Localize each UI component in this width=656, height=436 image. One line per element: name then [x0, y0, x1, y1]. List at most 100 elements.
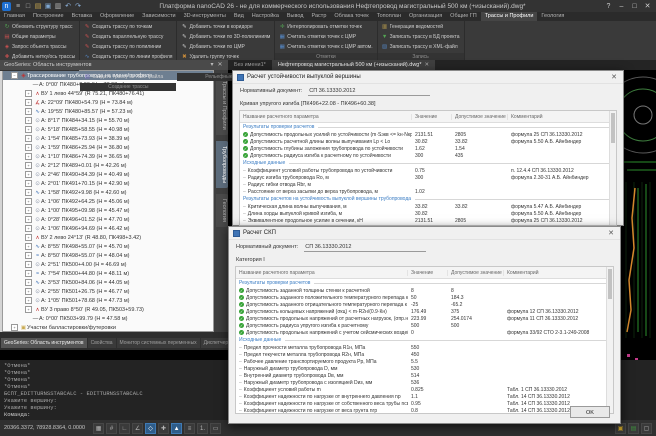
layers-icon[interactable]: ▤ [628, 423, 639, 434]
scrollbar[interactable] [606, 267, 613, 413]
print-icon[interactable]: ▥ [53, 1, 63, 12]
tree-item[interactable]: +⊙A: 2°01' ПК491+70.15 (H = 42.90 м) [3, 179, 213, 188]
polar-icon[interactable]: ∠ [132, 423, 143, 434]
table-row[interactable]: –Коэффициент надежности по нагрузке от в… [236, 393, 613, 400]
ribbon-tab[interactable]: Зависимости [138, 12, 179, 21]
ribbon-tab[interactable]: Организация [405, 12, 446, 21]
table-row[interactable]: –Коэффициент условий работы трубопровода… [240, 167, 616, 174]
tree-item[interactable]: +∧ВУ 2 лево 24°13' (R 48.80, ПК498+3.42) [3, 233, 213, 242]
table-row[interactable]: –Длина хорды выпуклой кривой изгиба, м30… [240, 210, 616, 217]
expand-icon[interactable]: + [25, 252, 32, 259]
expand-icon[interactable]: + [25, 306, 32, 313]
scrollbar[interactable] [609, 111, 616, 225]
tree-item[interactable]: +⊙A: 5°18' ПК485+58.55 (H = 40.98 м) [3, 125, 213, 134]
app-logo-icon[interactable]: n [2, 2, 11, 11]
dialog-titlebar[interactable]: Расчет устойчивости выпуклой вершины ✕ [233, 71, 623, 84]
table-row[interactable]: –Предел текучести металла трубопровода R… [236, 351, 613, 358]
dialog-titlebar[interactable]: Расчет СКП ✕ [229, 227, 620, 240]
close-icon[interactable]: ✕ [606, 229, 616, 237]
scrollbar-thumb[interactable] [608, 269, 612, 299]
table-row[interactable]: –Наружный диаметр трубопровода с изоляци… [236, 379, 613, 386]
document-tab[interactable]: Нефтепровод магистральный 500 км (+изыск… [272, 60, 435, 70]
document-tab[interactable]: Без имени1* [228, 60, 272, 70]
expand-icon[interactable]: + [25, 216, 32, 223]
open-icon[interactable]: ▤ [33, 1, 43, 12]
tree-item[interactable]: +⊙A: 1°54' ПК485+73.93 (H = 38.39 м) [3, 134, 213, 143]
close-icon[interactable]: ✕ [609, 73, 619, 81]
tree-item[interactable]: +⊙A: 1°59' ПК486+25.94 (H = 36.80 м) [3, 143, 213, 152]
ribbon-button[interactable]: ✎Добавить точки по 3D-полилиниям [179, 32, 272, 42]
tree-item[interactable]: +⊙A: 2°12' ПК489+0.01 (H = 42.26 м) [3, 161, 213, 170]
expand-icon[interactable]: + [25, 270, 32, 277]
expand-icon[interactable]: + [25, 153, 32, 160]
ok-button[interactable]: OK [570, 406, 610, 418]
palette-vertical-tab[interactable]: Геология [216, 194, 228, 227]
table-row[interactable]: –Коэффициент условий работы m0.825Табл. … [236, 386, 613, 393]
palette-vertical-tab[interactable]: Трубопроводы [216, 141, 228, 188]
selection-icon[interactable]: ▭ [210, 423, 221, 434]
scrollbar-thumb[interactable] [611, 113, 615, 143]
tree-item[interactable]: +∧ВУ 3 право 8°50' (R 49.05, ПК503+59.73… [3, 305, 213, 314]
ribbon-tab[interactable]: 3D-инструменты [180, 12, 230, 21]
ribbon-button[interactable]: ✛Интерполировать отметки точек [277, 22, 374, 32]
palette-autohide-icon[interactable]: ▾ [208, 60, 216, 70]
ribbon-button[interactable]: ✎Создать трассу по полилинии [82, 42, 174, 52]
ribbon-tab[interactable]: Облака точек [330, 12, 372, 21]
grid-icon[interactable]: ▦ [93, 423, 104, 434]
palette-tab[interactable]: GeoSeries: Область инструментов [1, 338, 87, 348]
expand-icon[interactable]: + [25, 144, 32, 151]
ribbon-tab[interactable]: Трассы и Профили [481, 12, 538, 21]
expand-icon[interactable]: + [25, 180, 32, 187]
expand-icon[interactable]: + [25, 117, 32, 124]
ribbon-button[interactable]: ✎Добавить точки по ЦМР [179, 42, 272, 52]
table-row[interactable]: –Расстояние от верха засыпки до верха тр… [240, 188, 616, 195]
table-row[interactable]: ✓Допустимость глубины заложения трубопро… [240, 145, 616, 152]
table-row[interactable]: ✓Допустимость заданного положительного т… [236, 294, 613, 301]
table-row[interactable]: –Предел прочности металла трубопровода R… [236, 344, 613, 351]
table-row[interactable]: –Критическая длина волны выпучивания, м3… [240, 203, 616, 210]
expand-icon[interactable]: + [25, 288, 32, 295]
table-row[interactable]: ✓Допустимость радиуса изгиба к расчетном… [240, 152, 616, 159]
menu-icon[interactable]: ≡ [13, 1, 23, 12]
palette-close-icon[interactable]: ✕ [216, 60, 224, 70]
ribbon-tab[interactable]: Растр [308, 12, 331, 21]
units-icon[interactable]: 1. [197, 423, 208, 434]
ribbon-button[interactable]: ▼Записать трассу в БД проекта [380, 32, 462, 42]
tree-item[interactable]: +⊙A: 1°06' ПК492+64.25 (H = 45.06 м) [3, 197, 213, 206]
expand-icon[interactable]: + [25, 108, 32, 115]
tree-item[interactable]: +∿A: 8°55' ПК498+55.07 (H = 45.70 м) [3, 242, 213, 251]
redo-icon[interactable]: ↷ [73, 1, 83, 12]
expand-icon[interactable]: + [25, 279, 32, 286]
norm-doc-value[interactable]: СП 36.13330.2012 [308, 88, 430, 96]
tree-item[interactable]: +⊙A: 2°55' ПК501+26.75 (H = 46.77 м) [3, 287, 213, 296]
new-file-icon[interactable]: □ [23, 1, 33, 12]
ribbon-button[interactable]: ▨Записать трассу в XML-файл [380, 42, 462, 52]
close-icon[interactable]: ✕ [641, 1, 654, 12]
table-row[interactable]: ✓Допустимость продольных напряжений с уч… [236, 329, 613, 336]
undo-icon[interactable]: ↶ [63, 1, 73, 12]
ribbon-button[interactable]: ▦Считать отметки точек с ЦМР автом. [277, 42, 374, 52]
table-row[interactable]: ✓Допустимость заданного отрицательного т… [236, 301, 613, 308]
tree-item[interactable]: +⊙A: 1°00' ПК495+09.98 (H = 45.47 м) [3, 206, 213, 215]
expand-icon[interactable]: + [25, 234, 32, 241]
expand-icon[interactable]: + [25, 162, 32, 169]
ribbon-tab[interactable]: Настройка [248, 12, 283, 21]
close-icon[interactable]: ✕ [425, 60, 430, 70]
lineweight-icon[interactable]: ≡ [184, 423, 195, 434]
tree-item[interactable]: +≈A: 8°50' ПК498+55.07 (H = 48.04 м) [3, 251, 213, 260]
tree-item[interactable]: +≈A: 7°54' ПК500+44.80 (H = 48.11 м) [3, 269, 213, 278]
ribbon-tab[interactable]: Вид [230, 12, 248, 21]
expand-icon[interactable]: + [25, 198, 32, 205]
ribbon-button[interactable]: ✎Создать трассу по точкам [82, 22, 174, 32]
table-row[interactable]: –Коэффициент надежности по нагрузке от с… [236, 400, 613, 407]
ribbon-button[interactable]: ▦Считать отметки точек с ЦМР [277, 32, 374, 42]
table-row[interactable]: ✓Допустимость продольных усилий по устой… [240, 131, 616, 138]
ribbon-button[interactable]: ↻Обновить структуру трасс [2, 22, 77, 32]
expand-icon[interactable]: + [25, 207, 32, 214]
ribbon-button[interactable]: ▥Генерация ведомостей [380, 22, 462, 32]
table-row[interactable]: ✓Допустимость продольных напряжений от р… [236, 315, 613, 322]
ribbon-tab[interactable]: Построение [29, 12, 68, 21]
ribbon-tab[interactable]: Оформление [96, 12, 138, 21]
ribbon-tab[interactable]: Вставка [68, 12, 96, 21]
expand-icon[interactable]: + [25, 225, 32, 232]
